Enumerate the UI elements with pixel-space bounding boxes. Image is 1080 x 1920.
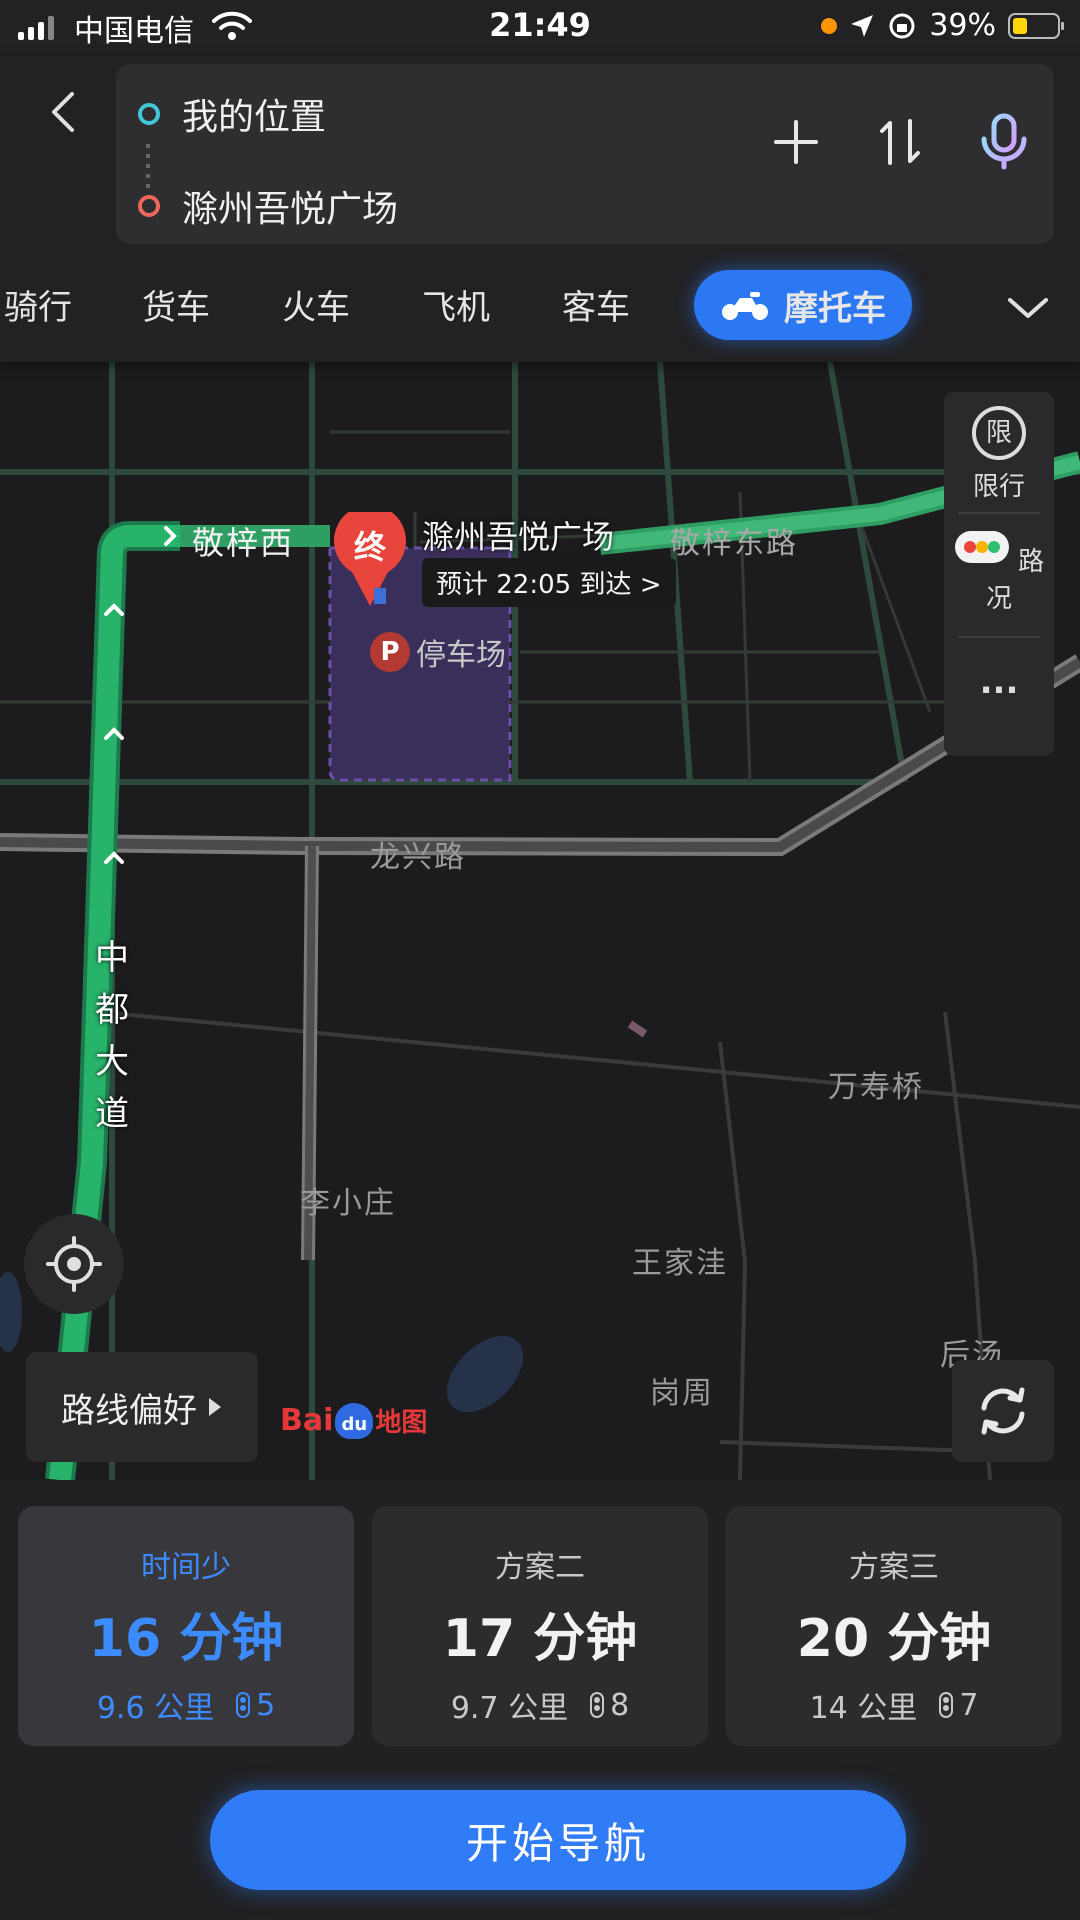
traffic-light-icon: [954, 531, 1009, 563]
battery-icon: [1008, 12, 1064, 39]
tab-coach[interactable]: 客车: [562, 280, 630, 329]
refresh-route-button[interactable]: [952, 1360, 1054, 1462]
origin-dot-icon: [138, 103, 160, 125]
plus-icon: [774, 120, 818, 164]
status-bar: 中国电信 21:49 39%: [0, 0, 1080, 56]
back-chevron-icon[interactable]: [38, 84, 94, 140]
destination-map-label: 滁州吾悦广场: [422, 518, 615, 556]
divider: [958, 636, 1040, 638]
traffic-light-count-icon: [939, 1692, 954, 1718]
place-label-wanshouqiao: 万寿桥: [828, 1070, 924, 1105]
triangle-right-icon: [209, 1398, 221, 1416]
swap-icon: [880, 119, 920, 165]
parking-icon: P: [370, 632, 410, 672]
battery-percent: 39%: [929, 8, 996, 43]
restriction-label: 限行: [972, 472, 1025, 502]
baidu-map-logo: Bai du 地图: [280, 1402, 428, 1439]
chevron-down-icon[interactable]: [1004, 284, 1052, 332]
map-tools-panel: 限 限行 路况 ...: [944, 392, 1054, 756]
plan-meta: 9.7 公里 8: [372, 1683, 708, 1727]
plan-duration: 16 分钟: [88, 1609, 284, 1669]
refresh-icon: [981, 1387, 1025, 1435]
rotation-lock-icon: [889, 13, 915, 38]
origin-label: 我的位置: [182, 97, 327, 138]
plan-duration: 17 分钟: [442, 1609, 638, 1669]
traffic-button[interactable]: 路况: [944, 530, 1054, 615]
tab-cycling[interactable]: 骑行: [4, 280, 72, 329]
swap-route-button[interactable]: [870, 112, 930, 172]
place-label-lixiaozhuang: 李小庄: [300, 1186, 396, 1221]
plan-meta: 14 公里 7: [726, 1683, 1062, 1727]
plan-light-count: 5: [256, 1687, 276, 1723]
tab-motorcycle[interactable]: 摩托车: [694, 270, 912, 340]
tab-truck[interactable]: 货车: [142, 280, 210, 329]
road-label-zhongdu: 中都大道: [95, 938, 129, 1134]
plan-light-count: 7: [959, 1687, 979, 1723]
plan-name: 方案二: [495, 1550, 585, 1585]
restriction-button[interactable]: 限 限行: [944, 406, 1054, 503]
place-label-gangzhou: 岗周: [650, 1376, 714, 1411]
road-label-jingzi-west: 敬梓西: [192, 524, 295, 562]
road-label-longxing: 龙兴路: [370, 840, 466, 875]
road-label-jingzi-east: 敬梓东路: [670, 526, 798, 561]
origin-field[interactable]: 我的位置: [138, 88, 326, 140]
svg-text:终: 终: [354, 528, 387, 566]
tab-train[interactable]: 火车: [282, 280, 350, 329]
plan-name: 方案三: [849, 1550, 939, 1585]
motorcycle-icon: [722, 292, 768, 320]
route-plans-panel: 时间少 16 分钟 9.6 公里 5 方案二 17 分钟 9.7 公里 8 方案…: [0, 1480, 1080, 1920]
route-header: 我的位置 滁州吾悦广场 骑行 货车 火车 飞机 客车 摩托车: [0, 56, 1080, 362]
recording-dot-icon: [821, 17, 838, 34]
route-preference-button[interactable]: 路线偏好: [26, 1352, 258, 1462]
more-icon: ...: [979, 662, 1019, 702]
locate-me-button[interactable]: [24, 1214, 124, 1314]
plan-name: 时间少: [141, 1550, 231, 1585]
place-label-wangjiawa: 王家洼: [632, 1246, 728, 1281]
destination-marker-icon[interactable]: 终: [330, 512, 410, 608]
voice-input-button[interactable]: [974, 112, 1034, 172]
tab-motorcycle-label: 摩托车: [784, 288, 886, 329]
plan-distance: 9.7 公里: [450, 1691, 569, 1726]
destination-label: 滁州吾悦广场: [182, 189, 399, 230]
restriction-icon: 限: [972, 406, 1026, 460]
map-view[interactable]: 敬梓西 敬梓东路 龙兴路 中都大道 万寿桥 李小庄 王家洼 岗周 后汤 终 滁州…: [0, 362, 1080, 1480]
add-waypoint-button[interactable]: [766, 112, 826, 172]
divider: [958, 512, 1040, 514]
parking-poi[interactable]: P 停车场: [370, 630, 506, 674]
plan-card-2[interactable]: 方案二 17 分钟 9.7 公里 8: [372, 1506, 708, 1746]
route-preference-label: 路线偏好: [61, 1390, 197, 1431]
destination-dot-icon: [138, 195, 160, 217]
plan-light-count: 8: [610, 1687, 630, 1723]
destination-field[interactable]: 滁州吾悦广场: [138, 180, 398, 232]
location-arrow-icon: [851, 14, 874, 37]
plan-meta: 9.6 公里 5: [18, 1683, 354, 1727]
start-navigation-button[interactable]: 开始导航: [210, 1790, 906, 1890]
travel-mode-tabs: 骑行 货车 火车 飞机 客车 摩托车: [0, 268, 1080, 350]
more-button[interactable]: ...: [944, 662, 1054, 702]
tab-plane[interactable]: 飞机: [422, 280, 490, 329]
route-input-box: 我的位置 滁州吾悦广场: [116, 64, 1054, 244]
parking-label: 停车场: [416, 638, 506, 673]
plan-duration: 20 分钟: [796, 1609, 992, 1669]
traffic-light-count-icon: [590, 1692, 605, 1718]
plan-card-3[interactable]: 方案三 20 分钟 14 公里 7: [726, 1506, 1062, 1746]
eta-tag[interactable]: 预计 22:05 到达 >: [422, 558, 676, 607]
plan-distance: 14 公里: [809, 1691, 918, 1726]
plan-card-1[interactable]: 时间少 16 分钟 9.6 公里 5: [18, 1506, 354, 1746]
crosshair-icon: [46, 1236, 102, 1292]
plan-distance: 9.6 公里: [96, 1691, 215, 1726]
traffic-light-count-icon: [236, 1692, 251, 1718]
microphone-icon: [981, 113, 1027, 170]
